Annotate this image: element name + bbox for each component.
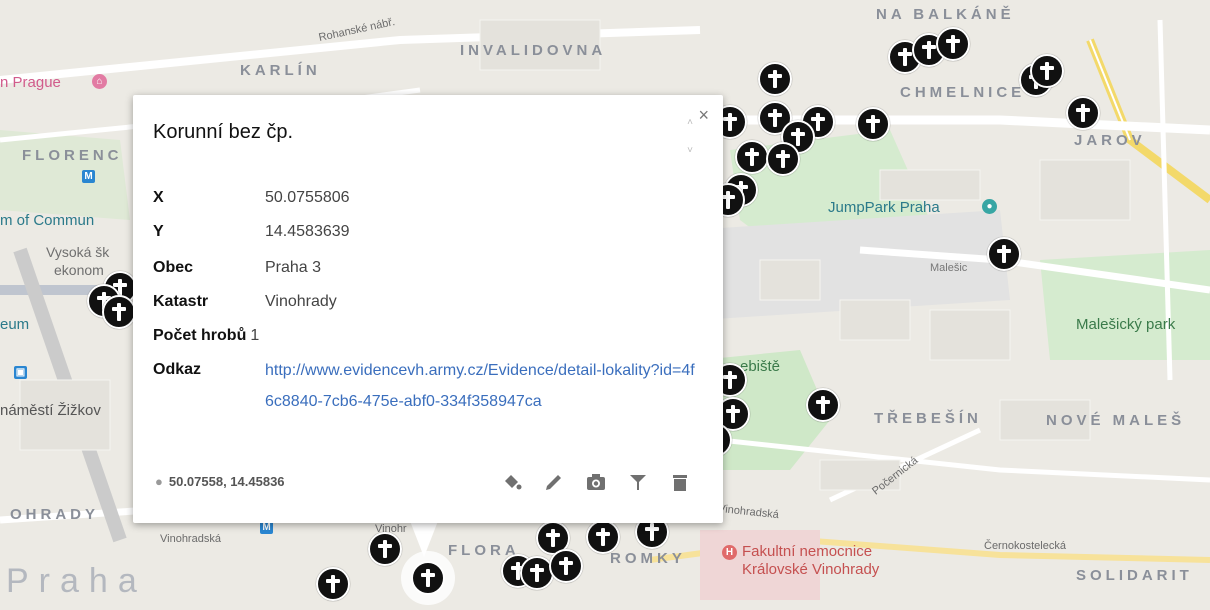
field-row-pocet-hrobu: Počet hrobů 1 — [153, 327, 259, 345]
area-label-solidarit: SOLIDARIT — [1076, 567, 1193, 584]
place-ekonom: ekonom — [54, 262, 104, 278]
hotel-icon: ⌂ — [92, 74, 107, 89]
popup-toolbar — [501, 471, 691, 493]
field-label: Obec — [153, 259, 194, 276]
area-label-romky: ROMKY — [610, 550, 686, 567]
area-label-na-balkane: NA BALKÁNĚ — [876, 6, 1015, 23]
place-hrbitov: ebiště — [740, 358, 781, 375]
field-label: Katastr — [153, 293, 209, 310]
place-kralovske-vinohrady: Královské Vinohrady — [742, 561, 880, 578]
field-row-obec: Obec Praha 3 — [153, 259, 321, 277]
area-label-trebesin: TŘEBEŠÍN — [874, 410, 982, 427]
detail-link[interactable]: http://www.evidencevh.army.cz/Evidence/d… — [265, 355, 695, 417]
field-row-y: Y 14.4583639 — [153, 223, 350, 241]
cemetery-marker[interactable] — [316, 567, 350, 601]
cemetery-marker[interactable] — [1066, 96, 1100, 130]
place-museum: eum — [0, 316, 30, 333]
cemetery-marker[interactable] — [102, 295, 136, 329]
tram-icon: ▣ — [14, 366, 27, 379]
field-label: X — [153, 189, 164, 206]
field-row-odkaz: Odkaz — [153, 361, 265, 379]
location-pin-icon: ● — [155, 474, 163, 489]
field-row-x: X 50.0755806 — [153, 189, 350, 207]
metro-icon: M — [82, 170, 95, 183]
hospital-icon: H — [722, 545, 737, 560]
coordinates-text: 50.07558, 14.45836 — [168, 474, 285, 489]
cemetery-marker[interactable] — [735, 140, 769, 174]
cemetery-marker[interactable] — [368, 532, 402, 566]
close-icon[interactable]: × — [698, 105, 709, 126]
place-museum-communism: m of Commun — [0, 212, 95, 229]
camera-icon[interactable] — [585, 471, 607, 493]
area-label-praha: Praha — [6, 562, 147, 600]
area-label-florenc: FLORENC — [22, 147, 123, 164]
place-malesicky-park: Malešický park — [1076, 316, 1176, 333]
road-label-vinohradska-1: Vinohradská — [160, 533, 221, 545]
cemetery-marker[interactable] — [806, 388, 840, 422]
place-vysoka-skola: Vysoká šk — [46, 244, 110, 260]
field-value: Vinohrady — [265, 293, 337, 310]
pencil-icon[interactable] — [543, 471, 565, 493]
trash-icon[interactable] — [669, 471, 691, 493]
field-value: Praha 3 — [265, 259, 322, 276]
place-prague: n Prague — [0, 74, 61, 91]
area-label-karlin: KARLÍN — [240, 62, 321, 79]
coordinates-readout: ● 50.07558, 14.45836 — [155, 474, 285, 489]
place-fakultni-nemocnice: Fakultní nemocnice — [742, 543, 873, 560]
cemetery-marker[interactable] — [1030, 54, 1064, 88]
info-popup: Korunní bez čp. × ˄ ˅ X 50.0755806 Y 14.45… — [133, 95, 723, 523]
area-label-invalidovna: INVALIDOVNA — [460, 42, 607, 59]
field-value: 1 — [250, 327, 260, 344]
field-value: 14.4583639 — [265, 223, 350, 240]
field-label: Počet hrobů — [153, 327, 247, 344]
scroll-down-icon[interactable]: ˅ — [687, 145, 693, 156]
popup-title: Korunní bez čp. — [153, 121, 294, 143]
scroll-up-icon[interactable]: ˄ — [687, 117, 693, 128]
cemetery-marker[interactable] — [758, 62, 792, 96]
cemetery-marker[interactable] — [936, 27, 970, 61]
paint-bucket-icon[interactable] — [501, 471, 523, 493]
cemetery-marker[interactable] — [586, 520, 620, 554]
place-malesic: Malešic — [930, 262, 968, 274]
field-label: Odkaz — [153, 361, 202, 378]
area-label-jarov: JAROV — [1074, 132, 1146, 149]
area-label-nove-males: NOVÉ MALEŠ — [1046, 412, 1186, 429]
park-activity-icon: ● — [982, 199, 997, 214]
cemetery-marker-selected[interactable] — [411, 561, 445, 595]
area-label-ohrady: OHRADY — [10, 506, 100, 523]
cemetery-marker[interactable] — [549, 549, 583, 583]
cemetery-marker[interactable] — [987, 237, 1021, 271]
place-jumppark: JumpPark Praha — [828, 199, 940, 216]
field-row-katastr: Katastr Vinohrady — [153, 293, 337, 311]
field-value: 50.0755806 — [265, 189, 350, 206]
field-label: Y — [153, 223, 164, 240]
area-label-chmelnice: CHMELNICE — [900, 84, 1026, 101]
filter-icon[interactable] — [627, 471, 649, 493]
road-label-cernokostelecka: Černokostelecká — [984, 540, 1066, 552]
place-namesti-zizkov: náměstí Žižkov — [0, 402, 101, 419]
cemetery-marker[interactable] — [766, 142, 800, 176]
cemetery-marker[interactable] — [856, 107, 890, 141]
popup-tail — [410, 521, 438, 557]
